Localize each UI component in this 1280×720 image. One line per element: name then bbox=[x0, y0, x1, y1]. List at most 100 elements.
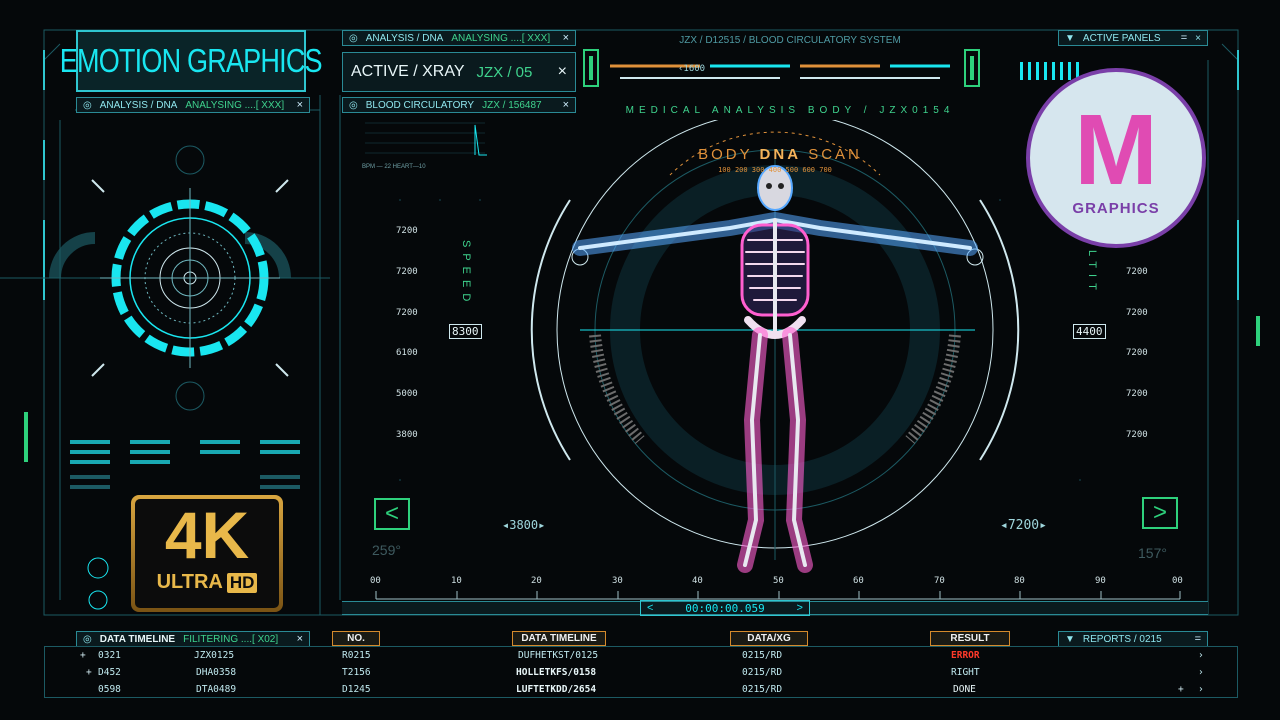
arc-scale: 100 200 300 400 500 600 700 bbox=[718, 166, 832, 174]
timecode-prev[interactable]: < bbox=[647, 602, 653, 614]
timeline-tick: 80 bbox=[1014, 576, 1025, 586]
target-icon: ◎ bbox=[349, 99, 358, 111]
graphics-logo: M GRAPHICS bbox=[1026, 68, 1206, 248]
cell: DTA0489 bbox=[196, 684, 237, 695]
data-timeline-title: DATA TIMELINE bbox=[99, 633, 176, 645]
altitude-tick: 7200 bbox=[1126, 430, 1148, 440]
reports-bar[interactable]: ▼ REPORTS / 0215 = bbox=[1058, 631, 1208, 647]
cell: LUFTETKDD/2654 bbox=[516, 684, 597, 695]
table-row[interactable]: 0598 DTA0489 D1245 LUFTETKDD/2654 0215/R… bbox=[80, 682, 1210, 698]
timeline-tick: 00 bbox=[370, 576, 381, 586]
top-bar-blood[interactable]: ◎ BLOOD CIRCULATORY JZX / 156487 × bbox=[342, 97, 576, 113]
cell: 0598 bbox=[98, 684, 121, 695]
close-icon[interactable]: × bbox=[563, 32, 569, 44]
top-bar-blood-code: JZX / 156487 bbox=[482, 99, 542, 111]
timeline-tick: 90 bbox=[1095, 576, 1106, 586]
top-bar-analysis-label: ANALYSIS / DNA bbox=[365, 32, 444, 44]
top-bar-xray[interactable]: ACTIVE / XRAY JZX / 05 × bbox=[342, 52, 576, 92]
expand-icon[interactable]: + bbox=[86, 667, 92, 678]
cell: 0321 bbox=[98, 650, 121, 661]
right-degree: 157° bbox=[1138, 545, 1167, 561]
col-header-data-xg[interactable]: DATA/XG bbox=[730, 631, 808, 646]
top-bar-analysis[interactable]: ◎ ANALYSIS / DNA ANALYSING ....[ XXX] × bbox=[342, 30, 576, 46]
center-header: JZX / D12515 / BLOOD CIRCULATORY SYSTEM bbox=[580, 30, 1000, 46]
timeline-tick: 10 bbox=[451, 576, 462, 586]
triangle-down-icon: ▼ bbox=[1065, 633, 1075, 645]
logo-letter: M bbox=[1074, 93, 1158, 206]
menu-icon[interactable]: = bbox=[1195, 633, 1201, 645]
prev-button[interactable]: < bbox=[374, 498, 410, 530]
timeline-ruler bbox=[375, 591, 1181, 600]
target-icon: ◎ bbox=[349, 32, 358, 44]
cell: R0215 bbox=[342, 650, 371, 661]
close-icon[interactable]: × bbox=[558, 63, 567, 81]
close-icon[interactable]: × bbox=[1195, 33, 1201, 44]
timecode-next[interactable]: > bbox=[797, 602, 803, 614]
speed-tick: 7200 bbox=[396, 267, 418, 277]
left-bar-status: ANALYSING ....[ XXX] bbox=[185, 99, 285, 111]
col-header-result[interactable]: RESULT bbox=[930, 631, 1010, 646]
radar-scope bbox=[0, 145, 330, 411]
col-header-no[interactable]: NO. bbox=[332, 631, 380, 646]
center-header-title: JZX / D12515 / BLOOD CIRCULATORY SYSTEM bbox=[679, 35, 901, 46]
altitude-value: 4400 bbox=[1073, 324, 1106, 339]
left-nav-value: ◂3800▸ bbox=[502, 518, 546, 532]
cell: D1245 bbox=[342, 684, 371, 695]
altitude-tick: 7200 bbox=[1126, 348, 1148, 358]
speed-label: SPEED bbox=[460, 240, 472, 308]
speed-value: 8300 bbox=[449, 324, 482, 339]
next-button[interactable]: > bbox=[1142, 497, 1178, 529]
left-degree: 259° bbox=[372, 542, 401, 558]
4k-ultra-hd-badge: 4K ULTRA HD bbox=[131, 495, 283, 612]
logo-label: GRAPHICS bbox=[1072, 199, 1160, 217]
scan-title: BODY DNA SCAN bbox=[698, 146, 862, 163]
reports-label: REPORTS / 0215 bbox=[1082, 633, 1162, 645]
top-bar-analysis-status: ANALYSING ....[ XXX] bbox=[451, 32, 551, 44]
altitude-tick: 7200 bbox=[1126, 308, 1148, 318]
expand-icon[interactable]: + bbox=[1178, 684, 1184, 695]
brand-title-box: EMOTION GRAPHICS bbox=[60, 30, 323, 92]
active-panels-label: ACTIVE PANELS bbox=[1082, 32, 1161, 44]
timeline-tick: 60 bbox=[853, 576, 864, 586]
bpm-label: BPM — 22 HEART—10 bbox=[362, 164, 426, 170]
speed-tick: 7200 bbox=[396, 226, 418, 236]
center-subtitle: MEDICAL ANALYSIS BODY / JZX0154 bbox=[625, 105, 955, 116]
col-header-data-timeline[interactable]: DATA TIMELINE bbox=[512, 631, 606, 646]
center-value: ‹1600 bbox=[678, 64, 705, 74]
table-row[interactable]: + 0321 JZX0125 R0215 DUFHETKST/0125 0215… bbox=[80, 648, 1210, 664]
data-filter-status: FILITERING ....[ X02] bbox=[183, 633, 279, 645]
cell: T2156 bbox=[342, 667, 371, 678]
signal-bars: ‹1600 bbox=[583, 49, 980, 87]
result-cell: RIGHT bbox=[951, 667, 980, 678]
data-timeline-bar[interactable]: ◎ DATA TIMELINE FILITERING ....[ X02] × bbox=[76, 631, 310, 647]
timeline-tick: 00 bbox=[1172, 576, 1183, 586]
active-panels-bar[interactable]: ▼ ACTIVE PANELS = × bbox=[1058, 30, 1208, 46]
timeline-tick: 30 bbox=[612, 576, 623, 586]
expand-icon[interactable]: + bbox=[80, 650, 86, 661]
cell: DHA0358 bbox=[196, 667, 237, 678]
triangle-down-icon: ▼ bbox=[1065, 32, 1075, 44]
chevron-right-icon[interactable]: › bbox=[1198, 667, 1204, 678]
chevron-right-icon[interactable]: › bbox=[1198, 650, 1204, 661]
result-cell: ERROR bbox=[951, 650, 980, 661]
menu-icon[interactable]: = bbox=[1181, 32, 1187, 44]
badge-4k-text: 4K bbox=[164, 498, 250, 572]
speed-tick: 5000 bbox=[396, 389, 418, 399]
altitude-label: LTIT bbox=[1086, 250, 1098, 296]
left-bar-analysis[interactable]: ◎ ANALYSIS / DNA ANALYSING ....[ XXX] × bbox=[76, 97, 310, 113]
speed-tick: 3800 bbox=[396, 430, 418, 440]
target-icon: ◎ bbox=[83, 633, 92, 645]
xray-code: JZX / 05 bbox=[476, 63, 533, 81]
altitude-tick: 7200 bbox=[1126, 267, 1148, 277]
close-icon[interactable]: × bbox=[297, 99, 303, 111]
chevron-right-icon[interactable]: › bbox=[1198, 684, 1204, 695]
speed-tick: 7200 bbox=[396, 308, 418, 318]
close-icon[interactable]: × bbox=[563, 99, 569, 111]
table-row[interactable]: + D452 DHA0358 T2156 HOLLETKFS/0158 0215… bbox=[80, 665, 1210, 681]
timecode-box[interactable]: < 00:00:00.059 > bbox=[640, 600, 810, 616]
close-icon[interactable]: × bbox=[297, 633, 303, 645]
badge-hd-text: HD bbox=[226, 572, 258, 593]
xray-label: ACTIVE / XRAY bbox=[351, 63, 465, 80]
cell: JZX0125 bbox=[194, 650, 235, 661]
left-bar-label: ANALYSIS / DNA bbox=[99, 99, 178, 111]
